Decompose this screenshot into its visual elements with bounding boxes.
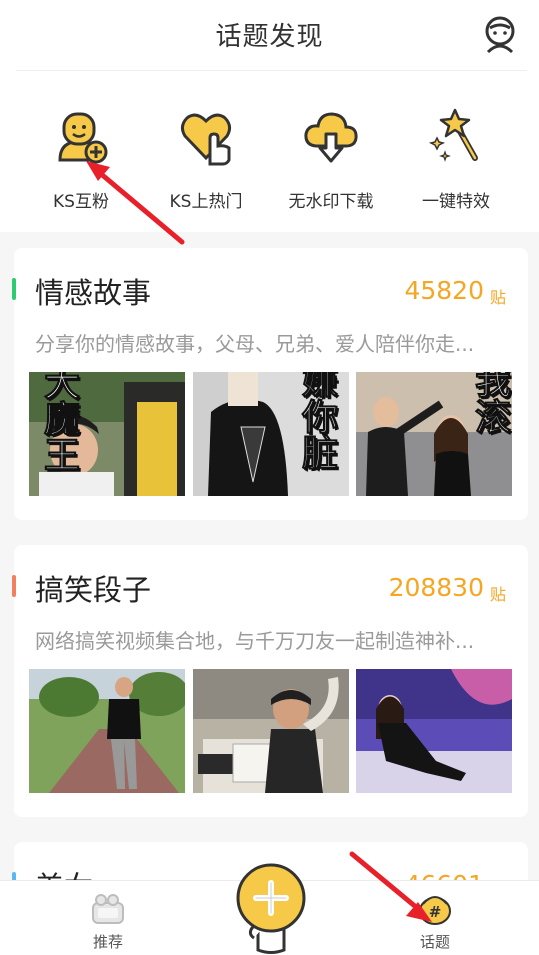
topic-card[interactable]: 搞笑段子 208830 贴 网络搞笑视频集合地，与千万刀友一起制造神补... (12, 545, 528, 817)
topic-hash-icon: # (419, 896, 451, 925)
create-button[interactable] (234, 860, 308, 955)
page-title: 话题发现 (215, 22, 324, 52)
svg-text:#: # (429, 903, 442, 921)
quick-action-ks-hot[interactable]: KS上热门 (146, 100, 266, 220)
topic-thumbnail[interactable]: 嫌你脏 (193, 372, 349, 496)
header-divider (16, 70, 527, 71)
quick-action-label: KS互粉 (53, 192, 109, 212)
quick-action-download[interactable]: 无水印下载 (271, 100, 391, 220)
cloud-download-icon (304, 112, 358, 163)
quick-action-label: 一键特效 (422, 192, 490, 212)
topic-post-count-unit: 贴 (489, 585, 506, 604)
thumbnail-caption: 我滚 (469, 372, 512, 435)
camera-icon (92, 894, 124, 924)
topic-post-count: 45820 (404, 276, 484, 305)
nav-tab-topic[interactable]: # 话题 (385, 881, 485, 955)
topic-title: 搞笑段子 (35, 573, 152, 607)
topic-thumbnail[interactable]: 大魔王 (29, 372, 185, 496)
quick-action-ks-follow[interactable]: KS互粉 (21, 100, 141, 220)
quick-action-label: 无水印下载 (288, 192, 374, 212)
plus-icon (236, 863, 306, 954)
nav-tab-label: 推荐 (92, 933, 123, 951)
topic-post-count: 208830 (388, 573, 484, 602)
heart-hand-icon (180, 113, 232, 166)
quick-action-effects[interactable]: 一键特效 (396, 100, 516, 220)
header: 话题发现 (0, 0, 539, 70)
topic-accent-bar (12, 575, 16, 597)
thumbnail-caption: 大魔王 (38, 372, 81, 473)
topic-thumbnail[interactable] (356, 669, 512, 793)
topic-post-count-unit: 贴 (489, 288, 506, 307)
nav-tab-label: 话题 (419, 933, 450, 951)
topic-title: 情感故事 (35, 276, 152, 310)
topic-accent-bar (12, 278, 16, 300)
quick-action-label: KS上热门 (169, 192, 243, 212)
magic-wand-icon (428, 108, 478, 162)
profile-button[interactable] (480, 14, 520, 54)
topic-thumbnail[interactable]: 我滚 (356, 372, 512, 496)
user-add-icon (58, 112, 108, 164)
topic-thumbnail[interactable] (29, 669, 185, 793)
topic-card[interactable]: 情感故事 45820 贴 分享你的情感故事，父母、兄弟、爱人陪伴你走... 大魔… (12, 248, 528, 520)
topic-description: 网络搞笑视频集合地，与千万刀友一起制造神补... (35, 629, 475, 653)
nav-tab-recommend[interactable]: 推荐 (58, 881, 158, 955)
topic-thumbnail[interactable] (193, 669, 349, 793)
quick-actions: KS互粉 KS上热门 无水印下载 一键特效 (0, 100, 539, 220)
topic-description: 分享你的情感故事，父母、兄弟、爱人陪伴你走... (35, 332, 475, 356)
thumbnail-caption: 嫌你脏 (296, 372, 339, 471)
profile-icon (485, 16, 515, 54)
